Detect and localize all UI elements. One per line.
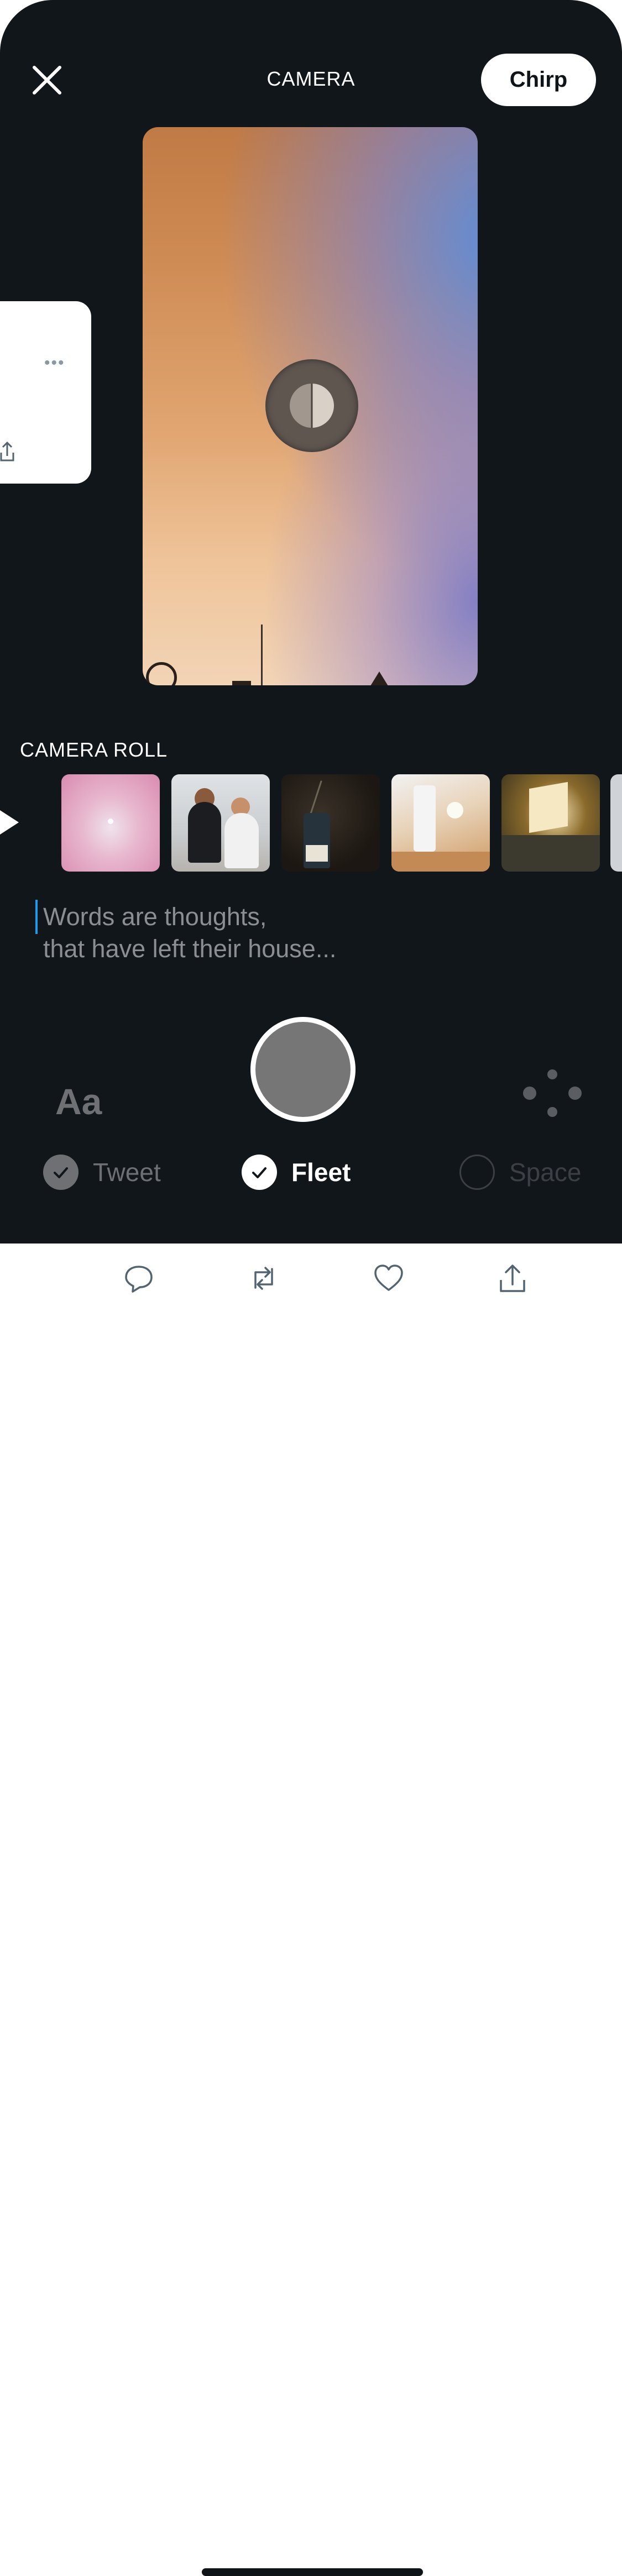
dark-bottle-photo[interactable]	[281, 774, 380, 872]
retweet-icon[interactable]	[248, 1262, 280, 1294]
checkmark-icon	[43, 1155, 79, 1190]
tweet-action-bar	[0, 1244, 622, 2576]
couple-on-couch-photo[interactable]	[171, 774, 270, 872]
mode-fleet-label: Fleet	[291, 1158, 351, 1187]
more-dots-icon[interactable]: •••	[44, 355, 65, 371]
pink-sky-photo[interactable]	[61, 774, 160, 872]
camera-preview[interactable]	[143, 127, 478, 685]
effects-icon[interactable]	[523, 1068, 582, 1119]
caption-input[interactable]: Words are thoughts, that have left their…	[43, 901, 430, 965]
share-icon[interactable]	[0, 440, 15, 463]
share-icon[interactable]	[496, 1262, 529, 1294]
chirp-button[interactable]: Chirp	[481, 54, 596, 106]
jar-and-flower-photo[interactable]	[391, 774, 490, 872]
checkmark-icon	[242, 1155, 277, 1190]
text-tool-button[interactable]: Aa	[55, 1080, 102, 1122]
shutter-button[interactable]	[250, 1017, 356, 1122]
mode-space-label: Space	[509, 1158, 582, 1187]
play-arrow-icon[interactable]	[0, 810, 19, 835]
unchecked-circle-icon	[459, 1155, 495, 1190]
tweet-card-peek[interactable]: •••	[0, 301, 91, 484]
reply-icon[interactable]	[123, 1262, 155, 1294]
caption-placeholder-line1: Words are thoughts,	[43, 903, 267, 931]
camera-roll-title: CAMERA ROLL	[20, 738, 168, 761]
text-caret	[35, 900, 38, 934]
home-indicator[interactable]	[202, 2568, 423, 2576]
like-icon[interactable]	[373, 1262, 405, 1294]
lens-object	[265, 359, 358, 452]
caption-placeholder-line2: that have left their house...	[43, 935, 337, 963]
mode-tweet-label: Tweet	[93, 1158, 161, 1187]
partial-photo[interactable]	[610, 774, 622, 872]
camera-screen: CAMERA Chirp ••• CAMERA ROLL Words are t…	[0, 0, 622, 1244]
sunlit-window-photo[interactable]	[501, 774, 600, 872]
